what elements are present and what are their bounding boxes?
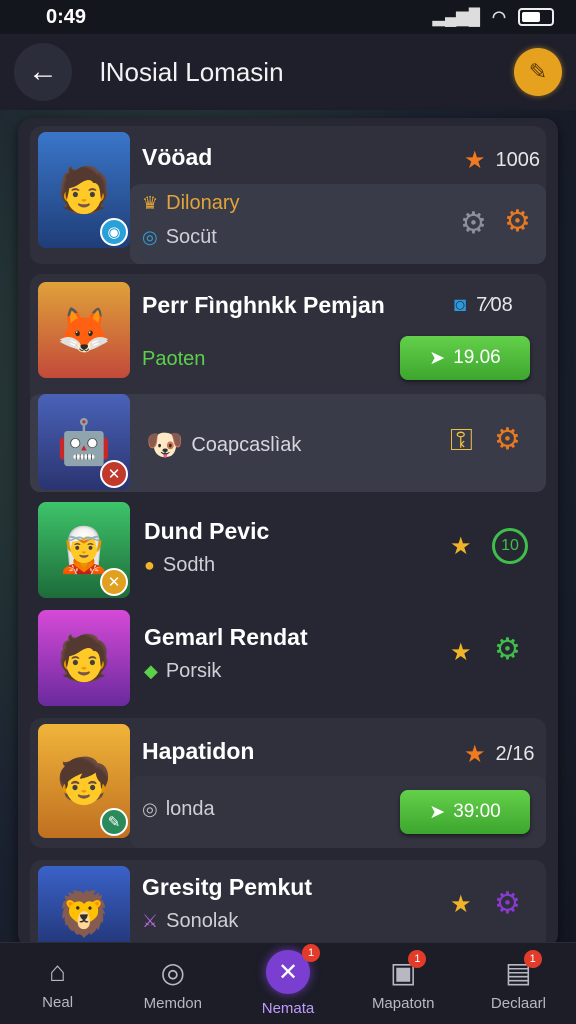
star-icon: ★ — [464, 147, 486, 174]
rating-value: 7⁄08 — [476, 294, 513, 316]
friends-list: 🧑 ◉ Vööad ★ 1006 ♛ Dilonary ◎ Socüt ⚙ ⚙ … — [18, 118, 558, 948]
class-badge-icon: ◉ — [100, 218, 128, 246]
avatar: 🧝 ✕ — [38, 502, 130, 598]
gear-orange-icon[interactable]: ⚙ — [504, 204, 531, 239]
arrow-right-icon: ➤ — [429, 801, 446, 823]
nav-item-neal[interactable]: ⌂ Neal — [0, 943, 115, 1024]
status-bar: 0:49 ▂▄▆█ ◠ — [0, 0, 576, 34]
item-name: Gresitg Pemkut — [142, 874, 312, 900]
nav-item-memdon[interactable]: ◎ Memdon — [115, 943, 230, 1024]
key-icon[interactable]: ⚿ — [450, 424, 473, 458]
list-item[interactable]: 🦁 Gresitg Pemkut ⚔ Sonolak ★ ⚙ — [30, 860, 546, 948]
class-badge-icon: ✎ — [100, 808, 128, 836]
crown-icon: ♛ — [142, 193, 159, 213]
value-button[interactable]: ➤ 39:00 — [400, 790, 530, 834]
tag-icon: ✎ — [528, 59, 548, 84]
list-item[interactable]: 🧑 ◉ Vööad ★ 1006 ♛ Dilonary ◎ Socüt ⚙ ⚙ — [30, 126, 546, 264]
avatar: 🧒 ✎ — [38, 724, 130, 838]
avatar: 🧑 — [38, 610, 130, 706]
map-icon: ▣ 1 — [390, 949, 427, 989]
battery-icon — [518, 8, 554, 26]
rating-value: 2/16 — [495, 743, 535, 765]
avatar: 🤖 ✕ — [38, 394, 130, 490]
ring-icon: ◎ — [142, 799, 158, 819]
rating: ★ 2/16 — [464, 740, 534, 769]
item-subtitle: ◎ londa — [142, 798, 215, 820]
nav-item-mapatotn[interactable]: ▣ 1 Mapatotn — [346, 943, 461, 1024]
rating: ◙ 7⁄08 — [454, 294, 513, 317]
gear-green-icon[interactable]: ⚙ — [494, 632, 521, 667]
coin-icon: ● — [144, 555, 155, 575]
gear-purple-icon[interactable]: ⚙ — [494, 886, 521, 921]
item-name: Hapatidon — [142, 738, 255, 764]
robot-portrait-icon: 🤖 — [56, 418, 112, 467]
status-time: 0:49 — [46, 5, 87, 28]
level-badge: 10 — [492, 528, 528, 564]
item-name: Dund Pevic — [144, 518, 270, 544]
hero-portrait-icon: 🧑 — [56, 634, 112, 683]
gem-icon: ◆ — [144, 661, 158, 681]
item-subtitle: ● Sodth — [144, 554, 216, 576]
avatar: 🦊 — [38, 282, 130, 378]
bottom-nav: ⌂ Neal ◎ Memdon ✕ 1 Nemata ▣ 1 Mapatotn ▤ 1… — [0, 942, 576, 1024]
hero-portrait-icon: 🧝 — [56, 526, 112, 575]
star-icon: ★ — [450, 891, 472, 918]
item-subtitle: 🐶 Coapcaslìak — [146, 429, 302, 462]
nav-item-declaarl[interactable]: ▤ 1 Declaarl — [461, 943, 576, 1024]
item-subtitle: ◆ Porsik — [144, 660, 222, 682]
rating-value: 1006 — [495, 149, 541, 171]
value-button[interactable]: ➤ 19.06 — [400, 336, 530, 380]
status-icons: ▂▄▆█ ◠ — [433, 7, 554, 27]
item-subtitle: ⚔ Sonolak — [142, 910, 239, 932]
star-icon: ★ — [464, 741, 486, 768]
signal-icon: ▂▄▆█ — [432, 9, 481, 26]
list-item[interactable]: 🦊 Perr Fìnghnkk Pemjan ◙ 7⁄08 Paoten ➤ 1… — [30, 274, 546, 492]
rating: ★ 1006 — [464, 146, 540, 175]
gear-icon[interactable]: ⚙ — [460, 206, 487, 241]
star-icon: ★ — [450, 533, 472, 560]
item-name: Gemarl Rendat — [144, 624, 308, 650]
notification-badge: 1 — [523, 949, 542, 968]
swords-icon: ⚔ — [142, 911, 159, 931]
hero-portrait-icon: 🧒 — [56, 757, 112, 806]
social-icon: ◎ — [142, 227, 158, 247]
wifi-icon: ◠ — [492, 9, 506, 26]
camera-icon: ◙ — [454, 294, 467, 316]
back-button[interactable]: ← — [14, 43, 72, 101]
home-icon: ⌂ — [49, 956, 67, 987]
gear-orange-icon[interactable]: ⚙ — [494, 422, 521, 457]
item-detail-row: ◎ londa ➤ 39:00 — [130, 776, 546, 848]
star-icon: ★ — [450, 639, 472, 666]
arrow-right-icon: ➤ — [429, 347, 446, 369]
list-item[interactable]: 🧒 ✎ Hapatidon ★ 2/16 ◎ londa ➤ 39:00 — [30, 718, 546, 848]
settings-button[interactable]: ✎ — [514, 48, 562, 96]
compass-icon: ◎ — [160, 956, 186, 988]
item-name: Perr Fìnghnkk Pemjan — [142, 292, 385, 318]
item-subtitle: ♛ Dilonary — [142, 192, 240, 214]
class-badge-icon: ✕ — [100, 568, 128, 596]
app-bar: ← lNosial Lomasin ✎ — [0, 34, 576, 110]
crossed-swords-icon: ✕ 1 — [266, 944, 320, 994]
list-item-nested[interactable]: 🤖 ✕ 🐶 Coapcaslìak ⚿ ⚙ — [30, 394, 546, 492]
hero-portrait-icon: 🧑 — [56, 166, 112, 215]
page-title: lNosial Lomasin — [100, 56, 284, 87]
item-name: Vööad — [142, 144, 213, 170]
item-subtitle-2: ◎ Socüt — [142, 226, 217, 248]
avatar: 🦁 — [38, 866, 130, 948]
hero-portrait-icon: 🦁 — [56, 890, 112, 939]
arrow-left-icon: ← — [28, 55, 58, 88]
dog-icon: 🐶 — [146, 429, 184, 462]
nav-item-nemata[interactable]: ✕ 1 Nemata — [230, 943, 345, 1024]
tools-badge-icon: ✕ — [100, 460, 128, 488]
notification-badge: 1 — [408, 949, 427, 968]
avatar: 🧑 ◉ — [38, 132, 130, 248]
card-icon: ▤ 1 — [505, 949, 542, 989]
item-subtitle: Paoten — [142, 348, 206, 370]
item-detail-row: ♛ Dilonary ◎ Socüt ⚙ ⚙ — [130, 184, 546, 264]
notification-badge: 1 — [302, 944, 320, 962]
list-item[interactable]: 🧝 ✕ Dund Pevic ● Sodth ★ 10 — [18, 500, 534, 604]
list-item[interactable]: 🧑 Gemarl Rendat ◆ Porsik ★ ⚙ — [18, 608, 534, 712]
hero-portrait-icon: 🦊 — [56, 306, 112, 355]
